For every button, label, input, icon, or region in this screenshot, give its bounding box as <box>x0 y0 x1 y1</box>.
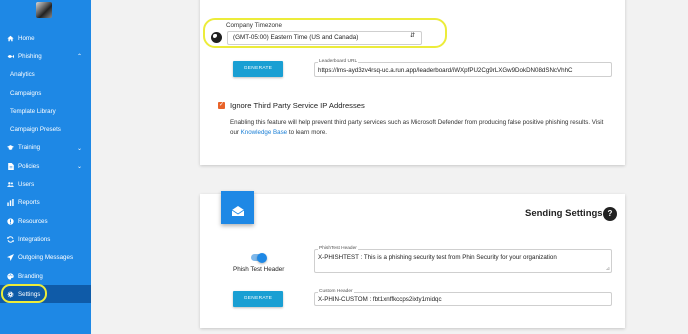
envelope-open-icon <box>231 203 244 216</box>
home-icon <box>7 35 14 42</box>
knowledge-base-link[interactable]: Knowledge Base <box>241 129 287 136</box>
phish-test-header-value: X-PHISHTEST : This is a phishing securit… <box>318 254 557 261</box>
sidebar-item-label: Template Library <box>10 107 56 115</box>
chevron-down-icon[interactable]: ⌄ <box>77 145 82 152</box>
sidebar-item-phishing[interactable]: Phishing ⌃ <box>0 47 91 65</box>
sidebar-item-users[interactable]: Users <box>0 175 91 193</box>
select-arrows-icon: ⇵ <box>409 33 415 39</box>
sidebar-item-campaign-presets[interactable]: Campaign Presets <box>0 120 91 138</box>
sidebar-item-label: Branding <box>18 272 43 280</box>
sidebar-item-campaigns[interactable]: Campaigns <box>0 84 91 102</box>
sidebar-item-label: Analytics <box>10 71 35 79</box>
custom-header-field-label: Custom Header <box>318 289 354 294</box>
sidebar-item-home[interactable]: Home <box>0 29 91 47</box>
palette-icon <box>7 272 14 280</box>
leaderboard-url-field[interactable]: Leaderboard URL https://lms-ayd3zv4rsq-u… <box>314 59 612 77</box>
sidebar-item-branding[interactable]: Branding <box>0 267 91 285</box>
sidebar-item-analytics[interactable]: Analytics <box>0 66 91 84</box>
users-icon <box>7 181 14 188</box>
sidebar-item-settings[interactable]: Settings <box>0 285 91 304</box>
phish-test-header-label: Phish Test Header <box>233 266 285 273</box>
help-icon[interactable]: ? <box>603 207 617 221</box>
sidebar-item-template-library[interactable]: Template Library <box>0 102 91 120</box>
sidebar-item-label: Campaign Presets <box>10 126 61 134</box>
ignore-ip-desc-after: to learn more. <box>287 128 328 136</box>
timezone-label: Company Timezone <box>226 22 282 29</box>
sidebar-item-label: Home <box>18 34 35 42</box>
lightbulb-icon <box>7 217 14 225</box>
sidebar-item-label: Integrations <box>18 235 51 243</box>
sidebar-item-label: Settings <box>18 290 41 298</box>
leaderboard-url-label: Leaderboard URL <box>318 59 359 64</box>
sidebar-item-label: Users <box>18 181 35 189</box>
phish-test-header-field[interactable]: PhishTest Header X-PHISHTEST : This is a… <box>314 246 612 273</box>
ignore-ip-description: Enabling this feature will help prevent … <box>230 118 610 137</box>
sidebar-item-resources[interactable]: Resources <box>0 212 91 230</box>
timezone-value: (GMT-05:00) Eastern Time (US and Canada) <box>233 34 359 41</box>
generate-leaderboard-button[interactable]: GENERATE <box>233 61 283 77</box>
sidebar-item-label: Campaigns <box>10 89 42 97</box>
mail-icon-box <box>221 191 254 224</box>
globe-icon <box>211 32 222 43</box>
sidebar-item-reports[interactable]: Reports <box>0 194 91 212</box>
custom-header-value: X-PHIN-CUSTOM : fbt1xnffkccps2ixty1midqc <box>318 296 442 303</box>
send-icon <box>7 254 14 262</box>
sidebar-item-label: Policies <box>18 162 40 170</box>
toggle-knob <box>257 252 267 263</box>
sidebar-item-label: Resources <box>18 217 48 225</box>
chevron-down-icon[interactable]: ⌄ <box>77 163 82 170</box>
fish-icon <box>7 53 14 60</box>
document-icon <box>7 162 14 170</box>
sidebar-nav: Home Phishing ⌃ Analytics Campaigns Temp… <box>0 29 91 304</box>
graduation-cap-icon <box>7 144 14 151</box>
sidebar-item-policies[interactable]: Policies ⌄ <box>0 157 91 175</box>
leaderboard-url-value: https://lms-ayd3zv4rsq-uc.a.run.app/lead… <box>318 67 573 74</box>
avatar[interactable] <box>36 2 52 18</box>
phish-test-header-field-label: PhishTest Header <box>318 246 358 251</box>
sending-settings-title: Sending Settings <box>525 208 603 219</box>
generate-custom-header-button[interactable]: GENERATE <box>233 291 283 307</box>
sidebar-item-label: Reports <box>18 199 40 207</box>
gear-icon <box>7 291 14 298</box>
bar-chart-icon <box>7 199 14 207</box>
sidebar-item-label: Outgoing Messages <box>18 254 74 262</box>
sidebar-item-integrations[interactable]: Integrations <box>0 230 91 248</box>
sidebar-item-training[interactable]: Training ⌄ <box>0 139 91 157</box>
sync-icon <box>7 236 14 243</box>
sidebar-item-outgoing-messages[interactable]: Outgoing Messages <box>0 249 91 267</box>
ignore-ip-checkbox[interactable]: ✓ <box>218 102 225 109</box>
sidebar-item-label: Phishing <box>18 52 42 60</box>
timezone-select[interactable]: (GMT-05:00) Eastern Time (US and Canada)… <box>227 31 422 45</box>
sidebar-item-label: Training <box>18 144 41 152</box>
custom-header-field[interactable]: Custom Header X-PHIN-CUSTOM : fbt1xnffkc… <box>314 289 612 306</box>
sidebar: Home Phishing ⌃ Analytics Campaigns Temp… <box>0 0 91 334</box>
chevron-up-icon[interactable]: ⌃ <box>77 53 82 60</box>
phish-test-header-toggle[interactable] <box>251 252 267 263</box>
ignore-ip-title: Ignore Third Party Service IP Addresses <box>230 101 365 110</box>
resize-handle-icon[interactable]: ⊿ <box>606 267 610 272</box>
